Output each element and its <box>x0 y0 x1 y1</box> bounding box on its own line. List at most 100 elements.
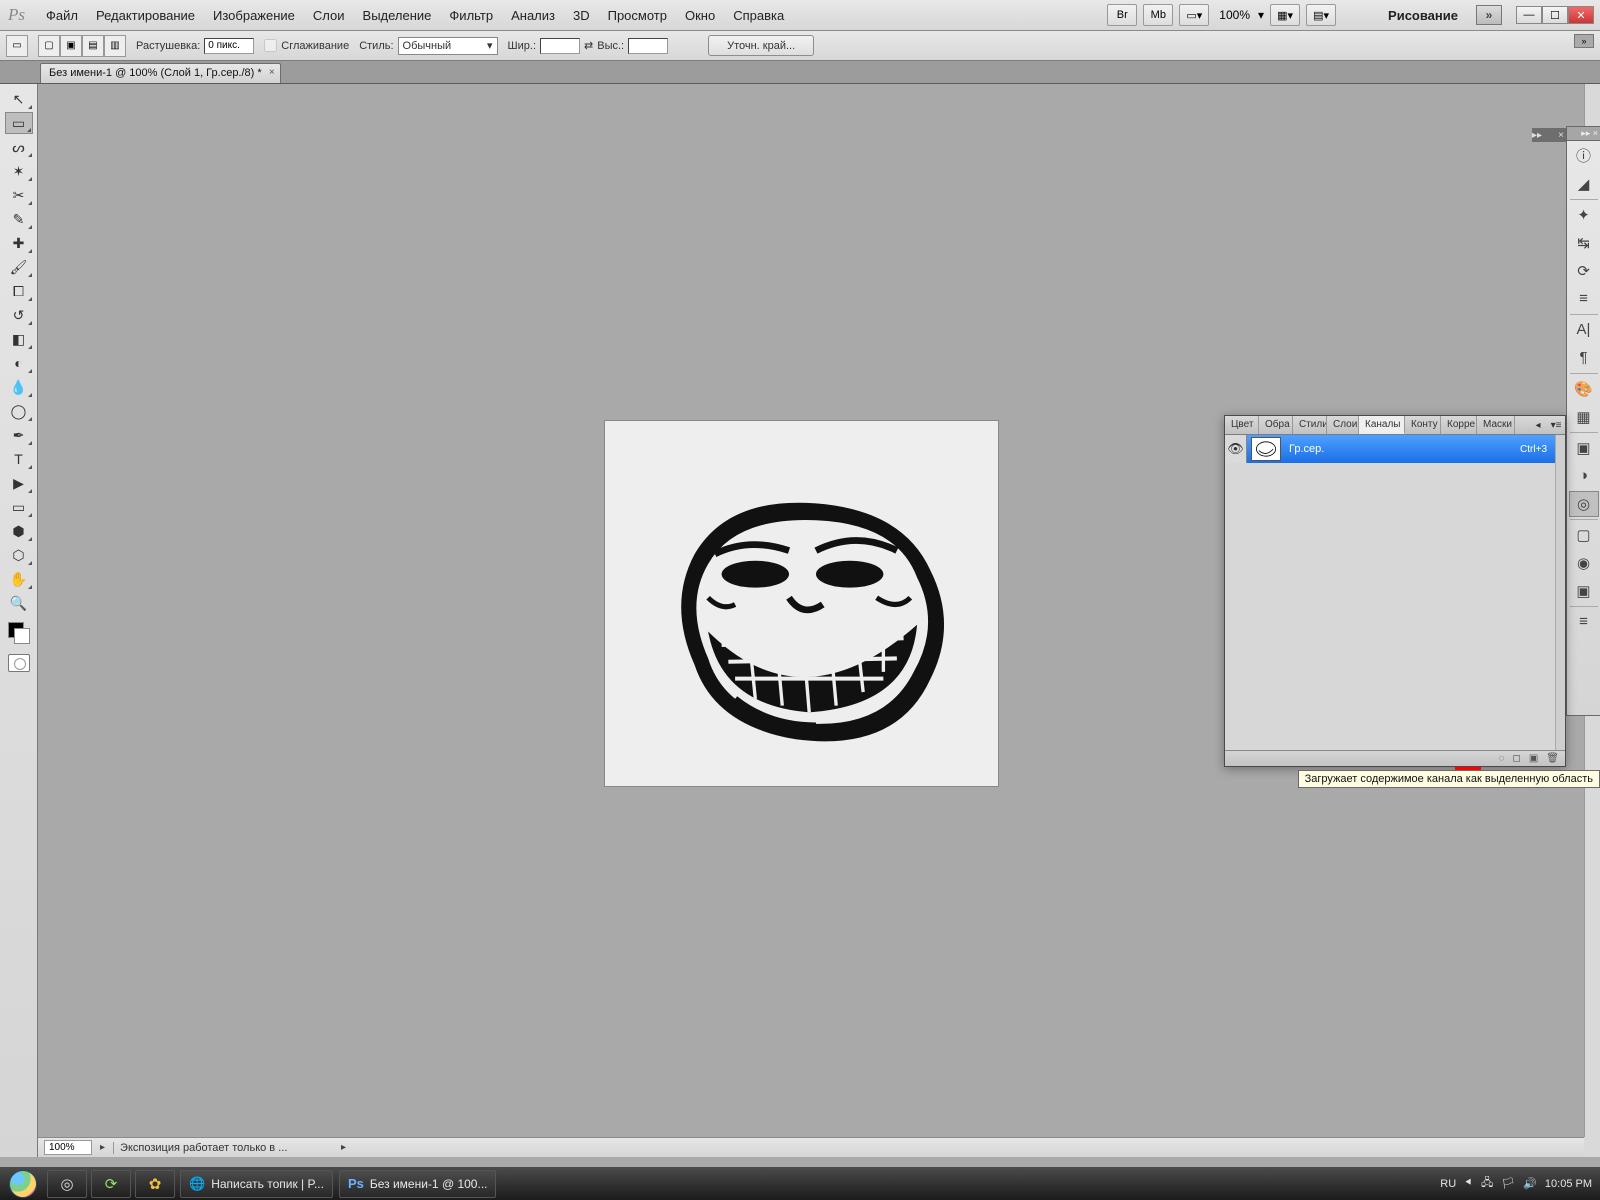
menu-help[interactable]: Справка <box>724 5 793 26</box>
history-brush-tool[interactable]: ↺ <box>5 304 33 326</box>
screenmode-button[interactable]: ▭▾ <box>1179 4 1209 26</box>
layers-panel-icon[interactable]: ◎ <box>1569 491 1599 517</box>
tray-sound-icon[interactable]: 🔊 <box>1523 1177 1537 1190</box>
pin-app[interactable]: ✿ <box>135 1170 175 1198</box>
dock-header[interactable]: ▸▸ × <box>1567 127 1600 141</box>
brush-presets-icon[interactable]: ⟳ <box>1569 258 1599 284</box>
tray-flag-icon[interactable]: 🏳 <box>1501 1177 1515 1190</box>
tray-network-icon[interactable]: 🖧 <box>1481 1174 1493 1193</box>
gradient-tool[interactable]: ◐ <box>5 352 33 374</box>
selection-add[interactable]: ▣ <box>60 35 82 57</box>
minimize-button[interactable]: — <box>1516 6 1542 24</box>
new-channel-icon[interactable]: ▣ <box>1529 753 1538 764</box>
selection-sub[interactable]: ▤ <box>82 35 104 57</box>
selection-new[interactable]: ▢ <box>38 35 60 57</box>
3d-camera-tool[interactable]: ⬡ <box>5 544 33 566</box>
tab-layers[interactable]: Слои <box>1327 416 1359 434</box>
actions-panel-icon[interactable]: ▣ <box>1569 578 1599 604</box>
close-tab-icon[interactable]: × <box>269 67 275 78</box>
hand-tool[interactable]: ✋ <box>5 568 33 590</box>
character-panel-icon[interactable]: A| <box>1569 317 1599 343</box>
quick-select-tool[interactable]: ✶ <box>5 160 33 182</box>
status-zoom-input[interactable] <box>44 1140 92 1155</box>
brush-panel-icon[interactable]: ↹ <box>1569 230 1599 256</box>
status-arrow-icon[interactable]: ▸ <box>100 1142 105 1153</box>
zoom-control[interactable]: 100% ▾ <box>1215 7 1264 23</box>
selection-intersect[interactable]: ▥ <box>104 35 126 57</box>
workspace-expand[interactable]: » <box>1476 5 1502 25</box>
menu-layer[interactable]: Слои <box>304 5 354 26</box>
feather-input[interactable] <box>204 38 254 54</box>
bridge-button[interactable]: Br <box>1107 4 1137 26</box>
move-tool[interactable]: ↖ <box>5 88 33 110</box>
pin-utorrent[interactable]: ⟳ <box>91 1170 131 1198</box>
zoom-tool[interactable]: 🔍 <box>5 592 33 614</box>
adjust-panel-icon[interactable]: ◑ <box>1569 463 1599 489</box>
close-button[interactable]: ✕ <box>1568 6 1594 24</box>
style-select[interactable]: Обычный▾ <box>398 37 498 55</box>
healing-tool[interactable]: ✚ <box>5 232 33 254</box>
paragraph-panel-icon[interactable]: ¶ <box>1569 345 1599 371</box>
artboard[interactable] <box>604 420 999 787</box>
status-arrow2-icon[interactable]: ▸ <box>341 1142 346 1153</box>
channel-thumbnail[interactable] <box>1251 437 1281 461</box>
refine-edge-button[interactable]: Уточн. край... <box>708 35 814 56</box>
menu-analysis[interactable]: Анализ <box>502 5 564 26</box>
tab-adjust[interactable]: Корре <box>1441 416 1477 434</box>
taskbar-item-browser[interactable]: 🌐Написать топик | P... <box>180 1170 333 1198</box>
color-swatches[interactable] <box>6 620 32 646</box>
menu-select[interactable]: Выделение <box>354 5 441 26</box>
visibility-eye-icon[interactable]: 👁 <box>1225 435 1247 463</box>
save-selection-icon[interactable]: ◻ <box>1513 753 1521 764</box>
stamp-tool[interactable]: ⧠ <box>5 280 33 302</box>
document-tab[interactable]: Без имени-1 @ 100% (Слой 1, Гр.сер./8) *… <box>40 63 281 83</box>
tray-clock[interactable]: 10:05 PM <box>1545 1178 1592 1190</box>
dodge-tool[interactable]: ◯ <box>5 400 33 422</box>
menu-window[interactable]: Окно <box>676 5 724 26</box>
status-info[interactable]: Экспозиция работает только в ... <box>113 1142 333 1154</box>
channel-row[interactable]: 👁 Гр.сер. Ctrl+3 <box>1225 435 1555 463</box>
clone-source-icon[interactable]: ≡ <box>1569 286 1599 312</box>
type-tool[interactable]: T <box>5 448 33 470</box>
menu-image[interactable]: Изображение <box>204 5 304 26</box>
delete-channel-icon[interactable]: 🗑 <box>1546 753 1559 764</box>
tab-masks[interactable]: Маски <box>1477 416 1515 434</box>
panel-menu-button[interactable]: ▾≡ <box>1547 416 1565 434</box>
pin-chrome[interactable]: ◎ <box>47 1170 87 1198</box>
pen-tool[interactable]: ✒ <box>5 424 33 446</box>
navigator-panel-icon[interactable]: ✦ <box>1569 202 1599 228</box>
tool-preset[interactable]: ▭ <box>6 35 28 57</box>
load-selection-icon[interactable]: ◌ <box>1499 753 1505 764</box>
tab-paths[interactable]: Конту <box>1405 416 1441 434</box>
3d-panel-icon[interactable]: ◉ <box>1569 550 1599 576</box>
workspace-label[interactable]: Рисование <box>1388 8 1470 23</box>
histogram-panel-icon[interactable]: ◢ <box>1569 171 1599 197</box>
tab-swatches[interactable]: Обра <box>1259 416 1293 434</box>
extras-button[interactable]: ▤▾ <box>1306 4 1336 26</box>
collapse-options[interactable]: » <box>1574 34 1594 48</box>
shape-tool[interactable]: ▭ <box>5 496 33 518</box>
arrange-button[interactable]: ▦▾ <box>1270 4 1300 26</box>
menu-view[interactable]: Просмотр <box>599 5 676 26</box>
taskbar-item-photoshop[interactable]: PsБез имени-1 @ 100... <box>339 1170 497 1198</box>
color-panel-icon[interactable]: 🎨 <box>1569 376 1599 402</box>
3d-tool[interactable]: ⬢ <box>5 520 33 542</box>
tab-styles[interactable]: Стили <box>1293 416 1327 434</box>
mask-panel-icon[interactable]: ▢ <box>1569 522 1599 548</box>
menu-file[interactable]: Файл <box>37 5 87 26</box>
quick-mask[interactable] <box>8 654 30 672</box>
path-select-tool[interactable]: ▶ <box>5 472 33 494</box>
blur-tool[interactable]: 💧 <box>5 376 33 398</box>
minibridge-button[interactable]: Mb <box>1143 4 1173 26</box>
maximize-button[interactable]: ☐ <box>1542 6 1568 24</box>
swatches-panel-icon[interactable]: ▦ <box>1569 404 1599 430</box>
brush-tool[interactable]: 🖌 <box>5 256 33 278</box>
panel-body[interactable]: 👁 Гр.сер. Ctrl+3 <box>1225 435 1555 750</box>
info-panel-icon[interactable]: ⓘ <box>1569 143 1599 169</box>
tool-presets-icon[interactable]: ≡ <box>1569 609 1599 635</box>
tray-arrow-icon[interactable]: ⯇ <box>1464 1177 1473 1190</box>
menu-filter[interactable]: Фильтр <box>440 5 502 26</box>
eraser-tool[interactable]: ◧ <box>5 328 33 350</box>
menu-3d[interactable]: 3D <box>564 5 599 26</box>
menu-edit[interactable]: Редактирование <box>87 5 204 26</box>
